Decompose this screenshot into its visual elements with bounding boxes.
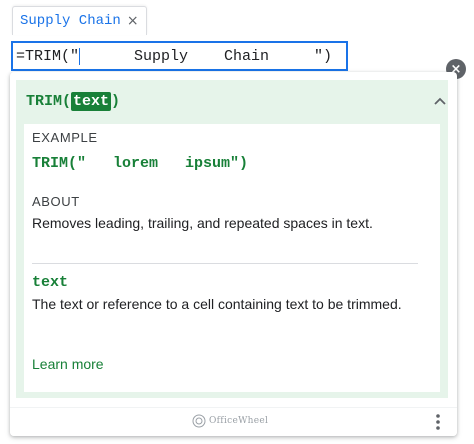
watermark-logo: OfficeWheel bbox=[192, 414, 268, 428]
divider bbox=[32, 263, 418, 264]
function-close-paren: ) bbox=[111, 93, 121, 110]
chevron-up-icon[interactable] bbox=[434, 96, 446, 106]
about-label: ABOUT bbox=[32, 194, 80, 209]
formula-help-card: TRIM(text) EXAMPLE TRIM(" lorem ipsum") … bbox=[10, 72, 457, 436]
formula-text-before-caret: =TRIM(" bbox=[16, 47, 80, 65]
formula-text-after-caret: Supply Chain ") bbox=[80, 47, 333, 65]
range-chip-label: Supply Chain bbox=[20, 13, 121, 29]
range-chip[interactable]: Supply Chain × bbox=[12, 6, 147, 35]
close-icon[interactable]: × bbox=[127, 14, 139, 28]
parameter-description: The text or reference to a cell containi… bbox=[32, 296, 402, 312]
example-code: TRIM(" lorem ipsum") bbox=[32, 155, 249, 172]
about-text: Removes leading, trailing, and repeated … bbox=[32, 215, 373, 231]
function-name: TRIM( bbox=[26, 93, 72, 110]
help-panel: TRIM(text) EXAMPLE TRIM(" lorem ipsum") … bbox=[16, 80, 448, 398]
watermark-text: OfficeWheel bbox=[209, 416, 269, 426]
formula-editor-screen: Supply Chain × =TRIM(" Supply Chain ") ×… bbox=[0, 0, 474, 444]
example-label: EXAMPLE bbox=[32, 130, 98, 145]
formula-input[interactable]: =TRIM(" Supply Chain ") bbox=[11, 41, 348, 71]
help-content: EXAMPLE TRIM(" lorem ipsum") ABOUT Remov… bbox=[24, 124, 440, 392]
parameter-name: text bbox=[32, 274, 69, 291]
officewheel-logo-icon bbox=[192, 414, 206, 428]
help-header[interactable]: TRIM(text) bbox=[16, 80, 448, 124]
more-vert-icon[interactable] bbox=[430, 412, 446, 432]
function-signature: TRIM(text) bbox=[26, 92, 120, 111]
learn-more-link[interactable]: Learn more bbox=[32, 356, 104, 372]
function-arg-highlight: text bbox=[71, 92, 112, 111]
help-footer: OfficeWheel bbox=[10, 407, 457, 436]
